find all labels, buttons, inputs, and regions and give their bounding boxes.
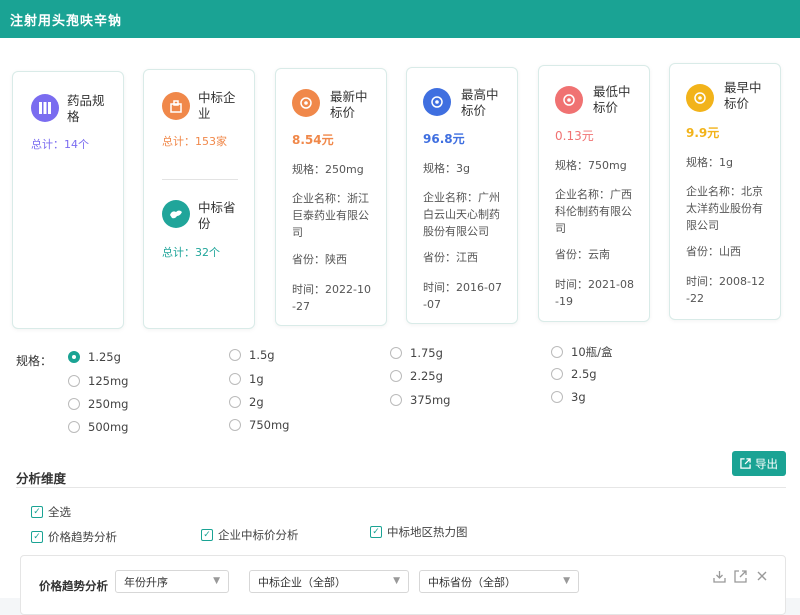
card-title: 最新中 标价 — [330, 89, 368, 120]
card-drug-spec[interactable]: 药品规格 总计：14个 — [12, 71, 124, 329]
main-content: 药品规格 总计：14个 中标企业 总计：153家 中标省份 总计：32个 最新中… — [0, 38, 800, 615]
card-company: 企业名称：广西 科伦制药有限公司 — [555, 188, 632, 235]
card-time: 时间：2022-10 -27 — [292, 283, 371, 313]
card-total-company: 总计：153家 — [162, 135, 227, 148]
card-province: 省份：云南 — [555, 248, 610, 261]
chevron-down-icon: ▼ — [393, 576, 400, 586]
card-title: 药品规格 — [67, 93, 105, 124]
card-price-value: 8.54元 — [292, 133, 334, 147]
spec-radio[interactable]: 1.75g — [390, 346, 443, 360]
card-lowest-price[interactable]: 最低中 标价 0.13元 规格：750mg 企业名称：广西 科伦制药有限公司 省份：… — [538, 65, 650, 322]
card-spec: 规格：750mg — [555, 159, 627, 172]
card-highest-price[interactable]: 最高中 标价 96.8元 规格：3g 企业名称：广州 白云山天心制药 股份有限公司 省… — [406, 67, 518, 324]
building-icon — [162, 92, 190, 120]
spec-radio[interactable]: 3g — [551, 390, 586, 404]
card-company-province[interactable]: 中标企业 总计：153家 中标省份 总计：32个 — [143, 69, 255, 329]
price-trend-panel: 价格趋势分析 年份升序 ▼ 中标企业（全部） ▼ 中标省份（全部） ▼ — [20, 555, 786, 615]
card-title-province: 中标省份 — [198, 200, 236, 231]
card-title: 最早中 标价 — [724, 80, 762, 111]
card-price-value: 96.8元 — [423, 132, 465, 146]
price-tag-icon — [292, 89, 320, 117]
page-title: 注射用头孢呋辛钠 — [10, 13, 123, 29]
export-icon — [740, 458, 751, 469]
card-total: 总计：14个 — [31, 138, 89, 151]
chevron-down-icon: ▼ — [563, 576, 570, 586]
price-tag-icon — [423, 88, 451, 116]
spec-radio[interactable]: 2.25g — [390, 369, 443, 383]
page-header: 注射用头孢呋辛钠 — [0, 0, 800, 38]
company-select[interactable]: 中标企业（全部） ▼ — [249, 570, 409, 593]
check-price-trend[interactable]: ✓ 价格趋势分析 — [31, 529, 117, 545]
check-icon: ✓ — [370, 526, 382, 538]
check-icon: ✓ — [31, 531, 43, 543]
card-province: 省份：陕西 — [292, 253, 347, 266]
spec-radio[interactable]: 375mg — [390, 393, 450, 407]
card-province: 省份：山西 — [686, 245, 741, 258]
card-divider — [162, 179, 238, 180]
card-spec: 规格：1g — [686, 156, 733, 169]
card-company: 企业名称：北京 太洋药业股份有 限公司 — [686, 185, 763, 232]
spec-radio[interactable]: 2.5g — [551, 367, 597, 381]
spec-radio[interactable]: 1.5g — [229, 348, 275, 362]
download-icon[interactable] — [713, 570, 726, 587]
card-title-company: 中标企业 — [198, 90, 236, 121]
card-time: 时间：2016-07 -07 — [423, 281, 502, 311]
export-button[interactable]: 导出 — [732, 451, 786, 476]
section-divider — [16, 487, 786, 488]
check-company-price[interactable]: ✓ 企业中标价分析 — [201, 527, 299, 543]
panel-title: 价格趋势分析 — [39, 579, 108, 593]
card-total-province: 总计：32个 — [162, 246, 220, 259]
chevron-down-icon: ▼ — [213, 576, 220, 586]
spec-radio[interactable]: 2g — [229, 395, 264, 409]
check-icon: ✓ — [201, 529, 213, 541]
spec-radio[interactable]: 1.25g — [68, 350, 121, 364]
card-title: 最高中 标价 — [461, 87, 499, 118]
card-province: 省份：江西 — [423, 251, 478, 264]
card-spec: 规格：3g — [423, 162, 470, 175]
province-select[interactable]: 中标省份（全部） ▼ — [419, 570, 579, 593]
price-tag-icon — [686, 84, 714, 112]
open-external-icon[interactable] — [734, 570, 747, 587]
card-newest-price[interactable]: 最新中 标价 8.54元 规格：250mg 企业名称：浙江 巨泰药业有限公司 省份：… — [275, 68, 387, 326]
card-company: 企业名称：广州 白云山天心制药 股份有限公司 — [423, 191, 500, 238]
specs-label: 规格： — [16, 354, 53, 368]
sort-select[interactable]: 年份升序 ▼ — [115, 570, 229, 593]
map-icon — [162, 200, 190, 228]
spec-radio[interactable]: 1g — [229, 372, 264, 386]
price-tag-icon — [555, 86, 583, 114]
check-heatmap[interactable]: ✓ 中标地区热力图 — [370, 524, 468, 540]
list-icon — [31, 94, 59, 122]
check-icon: ✓ — [31, 506, 43, 518]
card-company: 企业名称：浙江 巨泰药业有限公司 — [292, 192, 369, 239]
spec-radio[interactable]: 250mg — [68, 397, 128, 411]
spec-radio[interactable]: 125mg — [68, 374, 128, 388]
card-spec: 规格：250mg — [292, 163, 364, 176]
analysis-title: 分析维度 — [16, 471, 67, 486]
spec-radio[interactable]: 10瓶/盒 — [551, 344, 613, 360]
card-price-value: 0.13元 — [555, 129, 594, 143]
close-icon[interactable] — [756, 570, 768, 586]
spec-radio[interactable]: 500mg — [68, 420, 128, 434]
spec-radio[interactable]: 750mg — [229, 418, 289, 432]
card-title: 最低中 标价 — [593, 84, 631, 115]
card-earliest-price[interactable]: 最早中 标价 9.9元 规格：1g 企业名称：北京 太洋药业股份有 限公司 省份：山西… — [669, 63, 781, 320]
card-price-value: 9.9元 — [686, 126, 720, 140]
select-all-checkbox[interactable]: ✓ 全选 — [31, 504, 71, 520]
card-time: 时间：2021-08 -19 — [555, 278, 634, 308]
card-time: 时间：2008-12 -22 — [686, 275, 765, 305]
